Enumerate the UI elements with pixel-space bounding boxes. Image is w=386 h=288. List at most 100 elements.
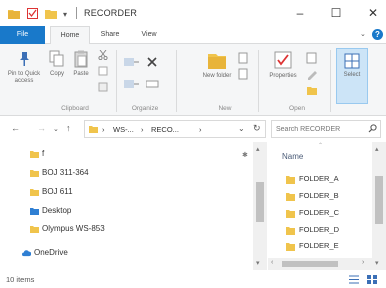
file-name: FOLDER_B bbox=[299, 191, 339, 200]
ribbon: Pin to Quick access Copy Paste Clipboard… bbox=[0, 44, 386, 116]
list-item[interactable]: FOLDER_A bbox=[282, 172, 372, 186]
item-count: 10 items bbox=[6, 275, 35, 284]
scroll-thumb[interactable] bbox=[256, 182, 264, 222]
copy-icon bbox=[49, 50, 64, 67]
search-box[interactable] bbox=[271, 120, 381, 138]
up-arrow-icon[interactable]: ↑ bbox=[66, 123, 71, 133]
search-input[interactable] bbox=[276, 123, 364, 135]
tab-share[interactable]: Share bbox=[94, 26, 126, 44]
clipboard-group-label: Clipboard bbox=[61, 105, 89, 112]
cut-icon[interactable] bbox=[98, 50, 108, 60]
large-icons-view-icon[interactable] bbox=[367, 275, 377, 284]
desktop-folder-icon bbox=[30, 208, 39, 215]
refresh-icon[interactable]: ↻ bbox=[253, 123, 261, 134]
nav-item-label: f bbox=[42, 149, 45, 158]
paste-shortcut-icon[interactable] bbox=[98, 82, 108, 92]
breadcrumb-ws[interactable]: WS-... bbox=[113, 125, 134, 134]
tab-file[interactable]: File bbox=[0, 26, 45, 44]
ribbon-tabs: File Home Share View ⌄ ? bbox=[0, 26, 386, 45]
copy-path-icon[interactable] bbox=[98, 66, 108, 76]
breadcrumb-separator[interactable]: › bbox=[141, 125, 144, 134]
new-item-icon[interactable] bbox=[238, 52, 252, 64]
breadcrumb-recorder[interactable]: RECO... bbox=[151, 125, 179, 134]
back-arrow-icon[interactable]: ← bbox=[11, 123, 20, 133]
nav-item-label: OneDrive bbox=[34, 248, 68, 257]
pin-icon[interactable]: ✱ bbox=[242, 151, 248, 159]
sort-arrow-icon: ⌃ bbox=[318, 143, 324, 149]
folder-icon bbox=[30, 170, 39, 177]
easy-access-icon[interactable] bbox=[238, 68, 252, 80]
tab-home[interactable]: Home bbox=[50, 26, 90, 45]
forward-arrow-icon[interactable]: → bbox=[37, 123, 46, 133]
folder-icon bbox=[30, 226, 39, 233]
list-item[interactable]: FOLDER_D bbox=[282, 223, 372, 237]
minimize-button[interactable]: – bbox=[290, 4, 310, 22]
address-dropdown-icon[interactable]: ⌄ bbox=[238, 124, 245, 133]
new-folder-button[interactable]: New folder bbox=[200, 50, 234, 80]
select-grid-icon bbox=[344, 53, 360, 69]
list-item[interactable]: FOLDER_E bbox=[282, 239, 372, 253]
scroll-right-icon[interactable]: › bbox=[362, 259, 364, 266]
scroll-left-icon[interactable]: ‹ bbox=[271, 259, 273, 266]
ribbon-separator bbox=[176, 50, 177, 112]
navigation-pane: ✱ f BOJ 311-364 BOJ 611 Desktop Olympus … bbox=[0, 142, 268, 270]
search-icon[interactable] bbox=[368, 124, 377, 133]
open-icon[interactable] bbox=[306, 52, 318, 64]
copy-button[interactable]: Copy bbox=[46, 50, 68, 78]
file-name: FOLDER_C bbox=[299, 208, 340, 217]
help-icon[interactable]: ? bbox=[372, 29, 383, 40]
status-bar: 10 items bbox=[0, 270, 386, 288]
tab-view[interactable]: View bbox=[134, 26, 164, 44]
scroll-up-icon[interactable]: ▴ bbox=[256, 145, 260, 153]
new-folder-icon[interactable] bbox=[45, 8, 57, 19]
column-header-name[interactable]: Name bbox=[282, 152, 303, 161]
list-item[interactable]: FOLDER_B bbox=[282, 189, 372, 203]
horizontal-scroll-thumb[interactable] bbox=[282, 261, 338, 267]
history-icon[interactable] bbox=[306, 84, 318, 96]
ribbon-separator bbox=[258, 50, 259, 112]
move-to-icon[interactable] bbox=[124, 56, 140, 68]
close-button[interactable]: ✕ bbox=[363, 4, 383, 22]
properties-check-icon[interactable] bbox=[27, 8, 38, 19]
copy-to-icon[interactable] bbox=[124, 78, 140, 90]
ribbon-separator bbox=[330, 50, 331, 112]
window-title: RECORDER bbox=[84, 8, 138, 18]
new-folder-label: New folder bbox=[202, 73, 232, 79]
rename-icon[interactable] bbox=[146, 78, 160, 90]
scroll-thumb[interactable] bbox=[375, 176, 383, 224]
properties-button[interactable]: Properties bbox=[264, 50, 302, 80]
new-group-label: New bbox=[218, 105, 232, 112]
breadcrumb-separator[interactable]: › bbox=[199, 125, 202, 134]
customize-quick-access-icon[interactable]: ▾ bbox=[63, 10, 71, 21]
paste-button[interactable]: Paste bbox=[70, 50, 92, 78]
list-item[interactable]: FOLDER_C bbox=[282, 206, 372, 220]
recent-locations-icon[interactable]: ⌄ bbox=[53, 125, 59, 133]
pin-to-quick-access-button[interactable]: Pin to Quick access bbox=[4, 50, 44, 85]
edit-icon[interactable] bbox=[306, 68, 318, 80]
properties-label: Properties bbox=[269, 73, 297, 79]
horizontal-scrollbar[interactable]: ‹ › bbox=[268, 258, 372, 270]
folder-icon bbox=[286, 193, 295, 201]
nav-item-label: BOJ 311-364 bbox=[42, 168, 89, 177]
pin-icon bbox=[20, 52, 29, 66]
collapse-ribbon-icon[interactable]: ⌄ bbox=[360, 30, 366, 38]
pin-to-quick-access-label: Pin to Quick access bbox=[7, 71, 41, 84]
paste-label: Paste bbox=[73, 71, 89, 77]
file-name: FOLDER_E bbox=[299, 241, 339, 250]
select-button[interactable]: Select bbox=[336, 48, 368, 104]
file-list: ⌃ Name FOLDER_A FOLDER_B FOLDER_C FOLDER… bbox=[268, 142, 386, 270]
maximize-button[interactable]: ☐ bbox=[326, 4, 346, 22]
delete-icon[interactable] bbox=[146, 56, 160, 68]
nav-scrollbar[interactable]: ▴ ▾ bbox=[253, 142, 267, 270]
details-view-icon[interactable] bbox=[349, 275, 359, 284]
folder-icon bbox=[89, 126, 98, 133]
title-separator bbox=[76, 7, 77, 19]
scroll-up-icon[interactable]: ▴ bbox=[375, 145, 379, 153]
scroll-down-icon[interactable]: ▾ bbox=[256, 259, 260, 267]
scroll-down-icon[interactable]: ▾ bbox=[375, 259, 379, 267]
address-bar[interactable]: › WS-... › RECO... › ⌄ ↻ bbox=[84, 120, 266, 138]
file-name: FOLDER_A bbox=[299, 174, 339, 183]
breadcrumb-separator[interactable]: › bbox=[102, 125, 105, 134]
file-scrollbar[interactable]: ▴ ▾ bbox=[372, 142, 386, 270]
address-row: ← → ⌄ ↑ › WS-... › RECO... › ⌄ ↻ bbox=[0, 116, 386, 142]
